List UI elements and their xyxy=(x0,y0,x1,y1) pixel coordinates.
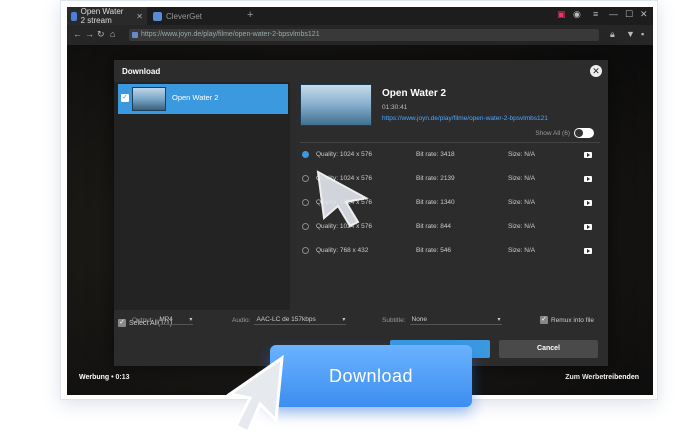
tab-label: CleverGet xyxy=(166,11,203,21)
output-options: Output: MP4 ▾ Audio: AAC-LC de 157kbps ▾… xyxy=(114,312,608,330)
remux-label: Remux into file xyxy=(551,316,594,324)
joyn-favicon-icon xyxy=(71,11,77,21)
record-icon[interactable]: ◉ xyxy=(573,9,581,20)
quality-row[interactable]: Quality: 768 x 432 Bit rate: 546 Size: N… xyxy=(300,240,596,262)
tab-label: Open Water 2 stream xyxy=(80,7,124,25)
site-icon xyxy=(132,32,138,38)
remux-checkbox[interactable]: ✓ Remux into file xyxy=(540,316,594,324)
radio-icon[interactable] xyxy=(302,247,309,254)
size-text: Size: N/A xyxy=(508,247,536,254)
play-icon[interactable] xyxy=(584,176,592,182)
cursor-icon xyxy=(316,170,369,228)
output-value[interactable]: MP4 ▾ xyxy=(157,316,194,325)
reload-icon[interactable]: ↻ xyxy=(97,29,105,40)
video-duration: 01:30:41 xyxy=(382,104,408,111)
download-icon[interactable]: ▼ xyxy=(626,29,635,39)
dialog-title: Download xyxy=(122,67,161,76)
show-all-toggle[interactable]: Show All (6) xyxy=(535,128,594,138)
bitrate-text: Bit rate: 1340 xyxy=(416,199,455,206)
maximize-icon[interactable]: ☐ xyxy=(625,9,633,20)
divider xyxy=(300,142,600,143)
chevron-down-icon: ▾ xyxy=(189,317,193,323)
download-button[interactable]: Download xyxy=(270,345,472,407)
minimize-icon[interactable]: — xyxy=(609,9,618,19)
audio-label: Audio: xyxy=(232,317,251,324)
cleverget-favicon-icon xyxy=(153,11,162,21)
video-title: Open Water 2 xyxy=(382,88,447,99)
url-field[interactable]: https://www.joyn.de/play/filme/open-wate… xyxy=(129,29,599,41)
cursor-icon xyxy=(226,354,284,435)
bitrate-text: Bit rate: 3418 xyxy=(416,151,455,158)
quality-text: Quality: 1024 x 576 xyxy=(316,151,373,158)
back-icon[interactable]: ← xyxy=(73,29,82,39)
play-icon[interactable] xyxy=(584,152,592,158)
menu-icon[interactable]: ≡ xyxy=(593,9,598,19)
audio-value[interactable]: AAC-LC de 157kbps ▾ xyxy=(254,316,347,325)
extension-icon[interactable]: ▪ xyxy=(641,29,644,39)
size-text: Size: N/A xyxy=(508,223,536,230)
bitrate-text: Bit rate: 844 xyxy=(416,223,452,230)
quality-text: Quality: 768 x 432 xyxy=(316,247,369,254)
radio-icon[interactable] xyxy=(302,175,309,182)
size-text: Size: N/A xyxy=(508,175,536,182)
forward-icon[interactable]: → xyxy=(85,29,94,39)
address-bar: ← → ↻ ⌂ https://www.joyn.de/play/filme/o… xyxy=(67,25,653,45)
tab-bar: Open Water 2 stream ✕ CleverGet + ▣ ◉ ≡ … xyxy=(67,7,653,25)
toggle-switch[interactable] xyxy=(574,128,594,138)
audio-select[interactable]: Audio: AAC-LC de 157kbps ▾ xyxy=(232,316,347,325)
subtitle-select[interactable]: Subtitle: None ▾ xyxy=(382,316,502,325)
output-select[interactable]: Output: MP4 ▾ xyxy=(132,316,194,325)
output-label: Output: xyxy=(132,317,154,324)
list-item[interactable]: ✓ Open Water 2 xyxy=(118,84,288,114)
advertiser-link[interactable]: Zum Werbetreibenden xyxy=(565,374,639,381)
tab-open-water[interactable]: Open Water 2 stream ✕ xyxy=(67,7,147,25)
video-preview xyxy=(300,84,372,126)
home-icon[interactable]: ⌂ xyxy=(110,29,115,39)
quality-row[interactable]: Quality: 1024 x 576 Bit rate: 3418 Size:… xyxy=(300,144,596,166)
new-tab-icon[interactable]: + xyxy=(247,9,253,21)
radio-selected-icon[interactable] xyxy=(302,151,309,158)
item-label: Open Water 2 xyxy=(172,93,219,102)
url-text: https://www.joyn.de/play/filme/open-wate… xyxy=(141,31,320,38)
chevron-down-icon: ▾ xyxy=(497,317,501,323)
play-icon[interactable] xyxy=(584,200,592,206)
lock-icon[interactable]: 🔒︎ xyxy=(610,29,615,40)
close-window-icon[interactable]: ✕ xyxy=(640,9,648,20)
subtitle-value[interactable]: None ▾ xyxy=(409,316,502,325)
close-tab-icon[interactable]: ✕ xyxy=(136,12,143,21)
radio-icon[interactable] xyxy=(302,223,309,230)
play-icon[interactable] xyxy=(584,224,592,230)
ad-countdown: Werbung • 0:13 xyxy=(79,374,130,381)
bitrate-text: Bit rate: 546 xyxy=(416,247,452,254)
chevron-down-icon: ▾ xyxy=(342,317,346,323)
video-list: ✓ Open Water 2 ✓ Select All(1/1) xyxy=(114,82,290,327)
show-all-label: Show All (6) xyxy=(535,129,570,137)
radio-icon[interactable] xyxy=(302,199,309,206)
video-url[interactable]: https://www.joyn.de/play/filme/open-wate… xyxy=(382,115,548,122)
bitrate-text: Bit rate: 2139 xyxy=(416,175,455,182)
gift-icon[interactable]: ▣ xyxy=(557,9,566,20)
cancel-button[interactable]: Cancel xyxy=(499,340,598,358)
tab-cleverget[interactable]: CleverGet xyxy=(149,7,245,25)
checkbox-icon[interactable]: ✓ xyxy=(121,94,129,102)
video-thumbnail xyxy=(132,87,166,111)
checkbox-icon[interactable]: ✓ xyxy=(540,316,548,324)
size-text: Size: N/A xyxy=(508,151,536,158)
subtitle-label: Subtitle: xyxy=(382,317,406,324)
play-icon[interactable] xyxy=(584,248,592,254)
size-text: Size: N/A xyxy=(508,199,536,206)
close-dialog-icon[interactable]: ✕ xyxy=(590,65,602,77)
